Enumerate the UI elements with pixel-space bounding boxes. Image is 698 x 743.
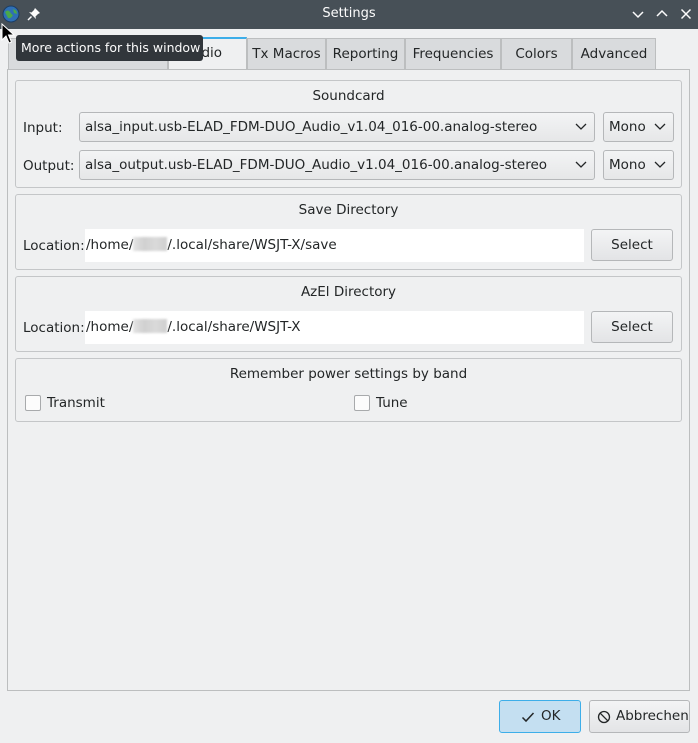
title-bar: Settings [0,0,698,29]
chevron-down-icon [575,161,587,168]
cancel-label: Abbrechen [616,708,689,724]
azel-path-prefix: /home/ [86,319,134,335]
tune-checkbox[interactable] [354,395,370,411]
mouse-cursor-icon [1,23,15,44]
tab-tx-macros[interactable]: Tx Macros [247,38,326,69]
transmit-label[interactable]: Transmit [47,395,105,411]
redacted-username [133,237,168,251]
ok-button[interactable]: OK [499,700,581,733]
output-channel-select[interactable]: Mono [603,150,674,180]
azel-path-suffix: /.local/share/WSJT-X [167,319,301,335]
soundcard-group: Soundcard Input: alsa_input.usb-ELAD_FDM… [15,80,682,188]
soundcard-title: Soundcard [312,88,385,104]
transmit-checkbox[interactable] [25,395,41,411]
power-settings-group: Remember power settings by band Transmit… [15,358,682,422]
save-location-field[interactable]: /home/ /.local/share/WSJT-X/save [85,229,584,262]
azel-directory-title: AzEl Directory [300,284,397,300]
azel-location-label: Location: [23,320,85,336]
output-device-select[interactable]: alsa_output.usb-ELAD_FDM-DUO_Audio_v1.04… [79,150,595,180]
save-path-prefix: /home/ [86,237,134,253]
azel-directory-group: AzEl Directory Location: /home/ /.local/s… [15,276,682,352]
input-device-select[interactable]: alsa_input.usb-ELAD_FDM-DUO_Audio_v1.04_… [79,112,595,142]
input-channel-select[interactable]: Mono [603,112,674,142]
tab-advanced[interactable]: Advanced [572,38,656,69]
tab-tx-macros-label: Tx Macros [252,46,321,62]
tab-frequencies[interactable]: Frequencies [405,38,501,69]
audio-tab-panel: Soundcard Input: alsa_input.usb-ELAD_FDM… [7,69,690,691]
chevron-down-icon [654,161,666,168]
save-directory-title: Save Directory [298,202,399,218]
azel-location-field[interactable]: /home/ /.local/share/WSJT-X [85,311,584,344]
save-directory-group: Save Directory Location: /home/ /.local/s… [15,194,682,270]
tune-label[interactable]: Tune [376,395,408,411]
output-channel-value: Mono [609,157,646,173]
close-icon[interactable] [678,6,694,22]
save-location-label: Location: [23,238,85,254]
tab-colors-label: Colors [515,46,558,62]
azel-select-button[interactable]: Select [591,311,673,343]
cancel-icon [597,710,611,724]
input-label: Input: [23,120,63,136]
power-settings-title: Remember power settings by band [229,366,468,382]
input-device-value: alsa_input.usb-ELAD_FDM-DUO_Audio_v1.04_… [85,119,538,135]
save-path-suffix: /.local/share/WSJT-X/save [167,237,337,253]
window-actions-tooltip: More actions for this window [16,35,203,61]
tab-advanced-label: Advanced [580,46,648,62]
tab-colors[interactable]: Colors [501,38,572,69]
tab-reporting[interactable]: Reporting [326,38,405,69]
window-title: Settings [322,6,376,21]
redacted-username [133,319,168,333]
chevron-down-icon [654,123,666,130]
output-device-value: alsa_output.usb-ELAD_FDM-DUO_Audio_v1.04… [85,157,548,173]
output-label: Output: [23,158,75,174]
minimize-icon[interactable] [630,6,646,22]
chevron-down-icon [575,123,587,130]
maximize-icon[interactable] [654,6,670,22]
cancel-button[interactable]: Abbrechen [589,700,690,733]
checkmark-icon [521,712,535,723]
tab-reporting-label: Reporting [332,46,399,62]
ok-label: OK [541,708,561,724]
tab-frequencies-label: Frequencies [412,46,494,62]
save-select-button[interactable]: Select [591,229,673,261]
input-channel-value: Mono [609,119,646,135]
